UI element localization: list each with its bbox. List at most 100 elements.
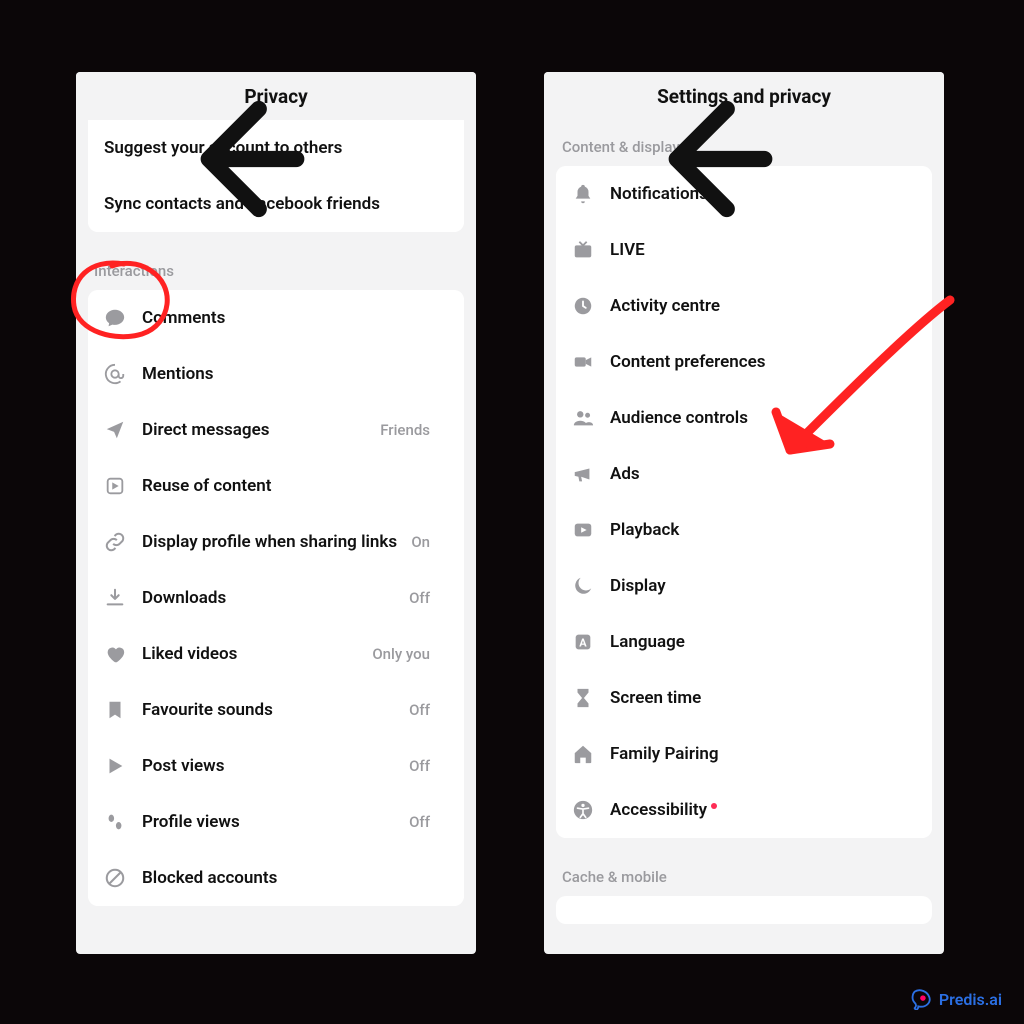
megaphone-icon [572, 463, 594, 485]
row-label: LIVE [610, 240, 908, 260]
row-family-pairing[interactable]: Family Pairing [556, 726, 932, 782]
row-label: Display [610, 576, 908, 596]
footsteps-icon [104, 811, 126, 833]
download-icon [104, 587, 126, 609]
watermark: Predis.ai [911, 988, 1002, 1010]
people-icon [572, 407, 594, 429]
row-mentions[interactable]: Mentions [88, 346, 464, 402]
chevron-right-icon [440, 647, 450, 661]
chevron-right-icon [440, 759, 450, 773]
send-icon [104, 419, 126, 441]
row-label: Post views [142, 756, 409, 776]
video-icon [572, 351, 594, 373]
row-direct-messages[interactable]: Direct messagesFriends [88, 402, 464, 458]
row-ads[interactable]: Ads [556, 446, 932, 502]
row-label: Profile views [142, 812, 409, 832]
notification-dot [711, 803, 717, 809]
lang-icon [572, 631, 594, 653]
titlebar-settings: Settings and privacy [544, 72, 944, 120]
row-label: Blocked accounts [142, 868, 440, 888]
row-label: Playback [610, 520, 908, 540]
chevron-right-icon [908, 411, 918, 425]
interactions-card: CommentsMentionsDirect messagesFriendsRe… [88, 290, 464, 906]
back-icon[interactable] [558, 84, 582, 108]
access-icon [572, 799, 594, 821]
chevron-right-icon [440, 703, 450, 717]
row-screen-time[interactable]: Screen time [556, 670, 932, 726]
row-label: Liked videos [142, 644, 372, 664]
chevron-right-icon [908, 243, 918, 257]
row-value: Only you [372, 645, 430, 663]
chevron-right-icon [908, 691, 918, 705]
row-display[interactable]: Display [556, 558, 932, 614]
chevron-right-icon [440, 141, 450, 155]
chevron-right-icon [440, 535, 450, 549]
clock-icon [572, 295, 594, 317]
comment-icon [104, 307, 126, 329]
chevron-right-icon [440, 311, 450, 325]
chevron-right-icon [440, 479, 450, 493]
watermark-icon [911, 988, 933, 1010]
home-icon [572, 743, 594, 765]
row-reuse-of-content[interactable]: Reuse of content [88, 458, 464, 514]
bookmark-icon [104, 699, 126, 721]
watermark-text: Predis.ai [939, 990, 1002, 1009]
row-label: Direct messages [142, 420, 380, 440]
row-label: Mentions [142, 364, 440, 384]
row-liked-videos[interactable]: Liked videosOnly you [88, 626, 464, 682]
row-favourite-sounds[interactable]: Favourite soundsOff [88, 682, 464, 738]
row-label: Display profile when sharing links [142, 532, 411, 552]
chevron-right-icon [908, 579, 918, 593]
row-content-preferences[interactable]: Content preferences [556, 334, 932, 390]
row-downloads[interactable]: DownloadsOff [88, 570, 464, 626]
section-header-cache: Cache & mobile [544, 850, 944, 896]
play-icon [104, 755, 126, 777]
back-icon[interactable] [90, 84, 114, 108]
chevron-right-icon [440, 423, 450, 437]
row-accessibility[interactable]: Accessibility [556, 782, 932, 838]
chevron-right-icon [908, 467, 918, 481]
row-label: Audience controls [610, 408, 908, 428]
block-icon [104, 867, 126, 889]
chevron-right-icon [908, 187, 918, 201]
row-playback[interactable]: Playback [556, 502, 932, 558]
row-value: Off [409, 757, 430, 775]
row-audience-controls[interactable]: Audience controls [556, 390, 932, 446]
row-value: Friends [380, 421, 430, 439]
row-label: Content preferences [610, 352, 908, 372]
row-blocked-accounts[interactable]: Blocked accounts [88, 850, 464, 906]
row-label: Accessibility [610, 800, 908, 820]
chevron-right-icon [908, 299, 918, 313]
row-label: Ads [610, 464, 908, 484]
row-activity-centre[interactable]: Activity centre [556, 278, 932, 334]
row-label: Screen time [610, 688, 908, 708]
hourglass-icon [572, 687, 594, 709]
heart-icon [104, 643, 126, 665]
reuse-icon [104, 475, 126, 497]
chevron-right-icon [440, 591, 450, 605]
chevron-right-icon [908, 523, 918, 537]
row-profile-views[interactable]: Profile viewsOff [88, 794, 464, 850]
row-post-views[interactable]: Post viewsOff [88, 738, 464, 794]
row-label: Language [610, 632, 908, 652]
row-language[interactable]: Language [556, 614, 932, 670]
link-icon [104, 531, 126, 553]
row-value: On [411, 533, 430, 551]
row-label: Activity centre [610, 296, 908, 316]
moon-icon [572, 575, 594, 597]
row-display-profile-when-sharing-links[interactable]: Display profile when sharing linksOn [88, 514, 464, 570]
content-display-card: NotificationsLIVEActivity centreContent … [556, 166, 932, 838]
row-value: Off [409, 589, 430, 607]
row-label: Comments [142, 308, 440, 328]
chevron-right-icon [440, 815, 450, 829]
privacy-screen: Privacy Suggest your account to others S… [76, 72, 476, 954]
cache-card-peek [556, 896, 932, 924]
playback-icon [572, 519, 594, 541]
row-label: Favourite sounds [142, 700, 409, 720]
section-header-interactions: Interactions [76, 244, 476, 290]
row-comments[interactable]: Comments [88, 290, 464, 346]
chevron-right-icon [908, 355, 918, 369]
titlebar-privacy: Privacy [76, 72, 476, 120]
chevron-right-icon [440, 367, 450, 381]
tv-icon [572, 239, 594, 261]
